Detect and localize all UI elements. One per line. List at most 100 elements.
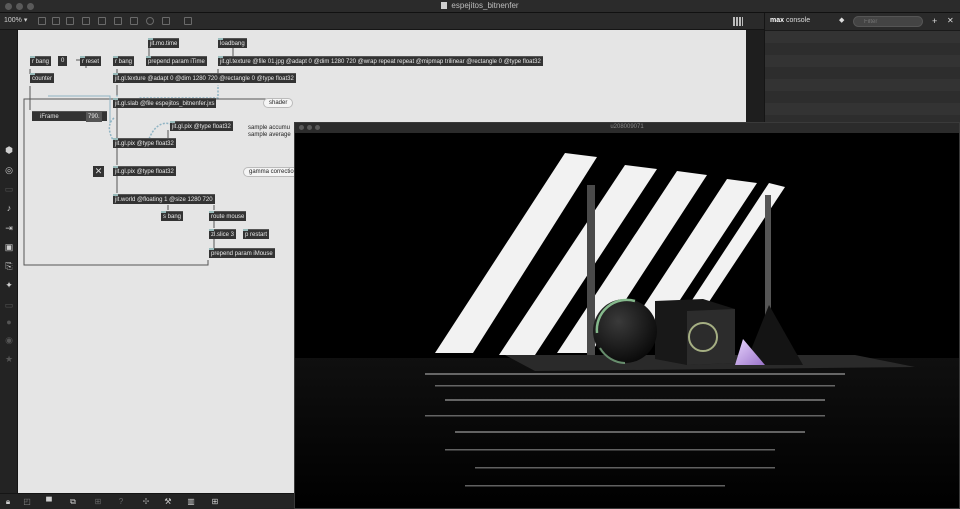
loadbang-object[interactable]: loadbang: [218, 38, 247, 48]
chevron-down-icon: ▾: [23, 17, 28, 24]
add-button[interactable]: +: [932, 16, 937, 26]
step-icon[interactable]: ⇥: [4, 224, 14, 233]
r-bang-object-2[interactable]: r bang: [113, 56, 135, 66]
slider-icon[interactable]: [114, 17, 122, 25]
window-title-text: espejitos_bitnenfer: [451, 1, 519, 10]
object-label: jit.gl.pix @type float32: [172, 124, 231, 130]
music-note-icon[interactable]: ♪: [4, 204, 14, 213]
zl-slice-object[interactable]: zl.slice 3: [209, 229, 237, 239]
object-palette-icon[interactable]: [146, 17, 154, 25]
number-value: 0: [61, 58, 65, 64]
toggle-x-icon: ✕: [94, 166, 103, 176]
gamepad-icon[interactable]: ⊞: [93, 497, 103, 507]
patch-cord-icon[interactable]: [184, 17, 192, 25]
zoom-level: 100%: [4, 17, 22, 24]
comment-text-2: sample average: [248, 132, 291, 138]
r-bang-object[interactable]: r bang: [30, 56, 52, 66]
number-box[interactable]: 0: [58, 56, 68, 66]
console-title-rest: console: [784, 17, 811, 24]
clear-console-button[interactable]: ✕: [947, 16, 954, 26]
prepend-imouse-object[interactable]: prepend param iMouse: [209, 248, 275, 258]
object-label: prepend param iTime: [148, 59, 205, 65]
object-label: jit.world @floating 1 @size 1280 720: [115, 197, 213, 203]
piano-icon[interactable]: ▥: [186, 497, 196, 507]
device-icon[interactable]: ▭: [4, 301, 14, 310]
patcher-toolbar: 100% ▾: [0, 13, 764, 30]
button-icon[interactable]: [66, 17, 74, 25]
console-messages: [765, 31, 960, 131]
number-icon[interactable]: [98, 17, 106, 25]
shader-comment: shader: [263, 98, 294, 108]
lock-icon[interactable]: 🔒︎: [3, 497, 13, 507]
dial-icon[interactable]: [130, 17, 138, 25]
s-bang-object[interactable]: s bang: [161, 211, 184, 221]
object-label: jit.mo.time: [150, 41, 178, 47]
debug-icon[interactable]: ✣: [141, 497, 151, 507]
comment-icon[interactable]: [162, 17, 170, 25]
jit-world-object[interactable]: jit.world @floating 1 @size 1280 720: [113, 194, 215, 204]
package-icon[interactable]: ◉: [4, 336, 14, 345]
prepend-itime-object[interactable]: prepend param iTime: [146, 56, 207, 66]
gamma-comment: gamma correctio: [243, 167, 300, 177]
r-reset-object[interactable]: r reset: [80, 56, 102, 66]
jit-gl-pix-object-2[interactable]: jit.gl.pix @type float32: [113, 138, 176, 148]
window-title: espejitos_bitnenfer: [0, 1, 960, 10]
counter-object[interactable]: counter: [30, 73, 55, 83]
jit-gl-texture-file-object[interactable]: jit.gl.texture @file 01.jpg @adapt 0 @di…: [218, 56, 543, 66]
toggle-icon[interactable]: [82, 17, 90, 25]
jit-gl-slab-object[interactable]: jit.gl.slab @file espejitos_bitnenfer.jx…: [113, 98, 217, 108]
jit-gl-pix-object-3[interactable]: jit.gl.pix @type float32: [113, 166, 176, 176]
level-filter-icon[interactable]: ◆: [839, 16, 844, 26]
jit-gl-texture-adapt-object[interactable]: jit.gl.texture @adapt 0 @dim 1280 720 @r…: [113, 73, 296, 83]
console-title-bold: max: [770, 17, 785, 24]
jit-window-title: u208009071: [610, 124, 644, 130]
zoom-menu[interactable]: 100% ▾: [4, 16, 27, 24]
p-restart-object[interactable]: p restart: [243, 229, 270, 239]
console-header: max console ◆ ⌕ + ✕: [765, 13, 960, 31]
gear-icon[interactable]: ✦: [4, 281, 14, 290]
cube-icon[interactable]: ⬢: [4, 146, 14, 155]
console-title: max console: [770, 17, 810, 24]
new-object-icon[interactable]: [38, 17, 46, 25]
attribute-label: iFrame: [40, 114, 59, 120]
comment-text: sample accumu: [248, 125, 291, 131]
sample-accum-comment: sample accumu sample average: [248, 125, 291, 139]
object-label: jit.gl.texture @adapt 0 @dim 1280 720 @r…: [115, 76, 294, 82]
object-label: jit.gl.pix @type float32: [115, 169, 174, 175]
windows-icon[interactable]: ⧉: [68, 497, 78, 507]
circle-target-icon[interactable]: ◎: [4, 166, 14, 175]
object-label: zl.slice 3: [211, 232, 235, 238]
object-label: r reset: [82, 59, 100, 65]
comment-text: gamma correctio: [249, 169, 294, 175]
presentation-icon[interactable]: ◰: [22, 497, 32, 507]
object-label: jit.gl.slab @file espejitos_bitnenfer.jx…: [115, 101, 215, 107]
jit-gl-pix-object-1[interactable]: jit.gl.pix @type float32: [170, 121, 233, 131]
image-icon[interactable]: ▣: [4, 243, 14, 252]
console-filter-input[interactable]: [853, 16, 923, 27]
grid-icon[interactable]: ⊞: [210, 497, 220, 507]
object-label: route mouse: [211, 214, 245, 220]
wrench-icon[interactable]: ⚒: [163, 497, 173, 507]
link-icon[interactable]: ⎘: [4, 262, 14, 271]
presentation-mode-icon[interactable]: ▀: [44, 497, 54, 507]
grid-icon[interactable]: [733, 17, 743, 26]
help-icon[interactable]: ?: [116, 497, 126, 507]
route-mouse-object[interactable]: route mouse: [209, 211, 247, 221]
comment-icon[interactable]: ▭: [4, 185, 14, 194]
message-icon[interactable]: [52, 17, 60, 25]
attribute-value: 790.: [86, 112, 102, 122]
object-icon[interactable]: ●: [4, 318, 14, 327]
iframe-attribute[interactable]: iFrame 790.: [32, 111, 107, 122]
object-label: s bang: [163, 214, 182, 220]
jit-mo-time-object[interactable]: jit.mo.time: [148, 38, 180, 48]
toggle-button[interactable]: ✕: [93, 166, 104, 177]
left-sidebar: ⬢ ◎ ▭ ♪ ⇥ ▣ ⎘ ✦ ▭ ● ◉ ★: [0, 30, 18, 509]
comment-text: shader: [269, 100, 288, 106]
bottom-toolbar: 🔒︎ ◰ ▀ ⧉ ⊞ ? ✣ ⚒ ▥ ⊞: [0, 493, 294, 509]
jit-world-window[interactable]: u208009071: [294, 122, 960, 509]
star-icon[interactable]: ★: [4, 355, 14, 364]
object-label: p restart: [245, 232, 268, 238]
title-bar: espejitos_bitnenfer: [0, 0, 960, 13]
max-app: espejitos_bitnenfer 100% ▾ ⬢ ◎ ▭ ♪ ⇥ ▣ ⎘…: [0, 0, 960, 509]
rendered-scene-image: [295, 133, 959, 508]
